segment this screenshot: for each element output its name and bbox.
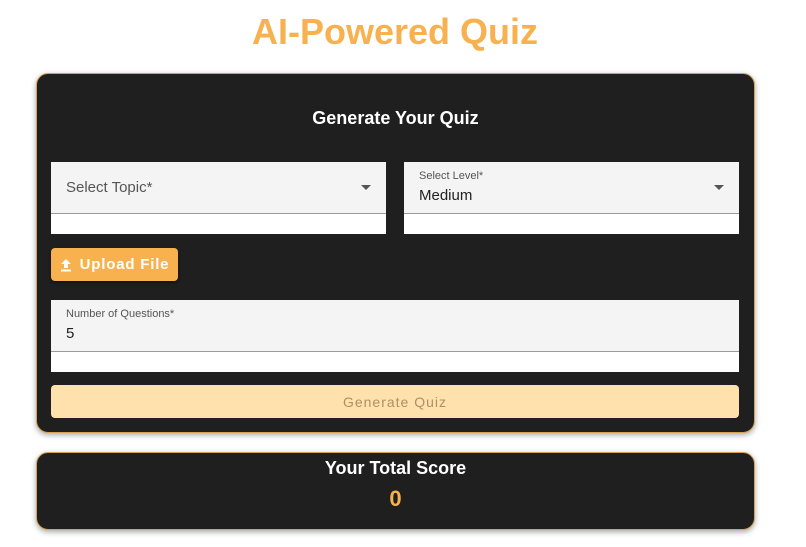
level-select-label: Select Level* [419,170,484,182]
questions-count-helper-area [51,352,739,372]
quiz-generator-card: Generate Your Quiz Select Topic* Select … [36,73,755,433]
upload-file-label: Upload File [79,256,170,273]
topic-select-helper-area [51,214,386,234]
level-select-value: Medium [419,187,473,204]
topic-select[interactable]: Select Topic* [51,162,386,214]
score-card: Your Total Score 0 [36,452,755,530]
questions-count-label: Number of Questions* [66,308,175,320]
generate-quiz-button[interactable]: Generate Quiz [51,385,739,418]
chevron-down-icon [361,185,371,190]
upload-icon [60,258,71,271]
upload-file-button[interactable]: Upload File [51,248,178,281]
topic-select-placeholder: Select Topic* [66,179,153,196]
questions-count-input[interactable]: Number of Questions* 5 [51,300,739,352]
level-select[interactable]: Select Level* Medium [404,162,739,214]
quiz-card-heading: Generate Your Quiz [312,108,479,128]
score-heading: Your Total Score [324,458,467,478]
score-value: 0 [389,486,402,511]
page-title: AI-Powered Quiz [251,11,539,52]
level-select-helper-area [404,214,739,234]
chevron-down-icon [714,185,724,190]
questions-count-value: 5 [66,325,75,342]
